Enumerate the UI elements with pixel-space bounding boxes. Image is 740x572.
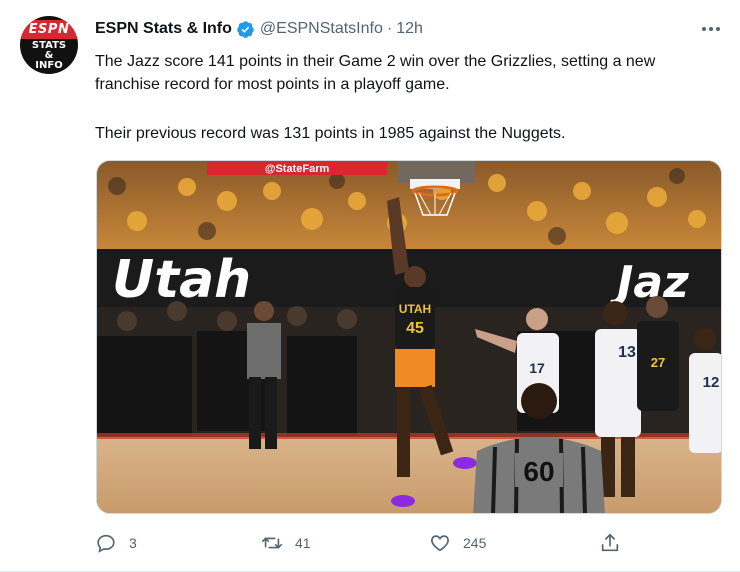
like-count: 245 [463,535,487,551]
player-27-number: 27 [651,355,665,370]
like-button[interactable]: 245 [429,528,486,558]
top-banner-text: @StateFarm [265,163,330,175]
retweet-button[interactable]: 41 [261,528,311,558]
court-banner-left: Utah [112,250,251,310]
tweet-photo[interactable]: @StateFarm Utah Jaz UTAH 45 17 13 27 12 … [96,160,722,514]
separator-dot: · [386,20,393,37]
avatar[interactable]: ESPN STATS & INFO [20,16,78,74]
reply-icon [97,534,115,553]
tweet-actions: 3 41 245 [95,528,655,558]
share-icon [601,533,619,552]
tweet-header: ESPN Stats & Info @ESPNStatsInfo · 12h [95,17,423,41]
main-player-number: 45 [406,320,424,337]
handle[interactable]: @ESPNStatsInfo [260,20,383,38]
tweet-text-paragraph-1: The Jazz score 141 points in their Game … [95,53,656,93]
avatar-espn-logo: ESPN [20,20,78,39]
basketball-game-photo: @StateFarm Utah Jaz UTAH 45 17 13 27 12 … [97,161,721,513]
tweet[interactable]: ESPN STATS & INFO ESPN Stats & Info @ESP… [0,0,740,572]
player-13-number: 13 [618,344,636,361]
player-17-number: 17 [529,360,545,376]
referee-number: 60 [523,456,554,487]
share-button[interactable] [599,528,621,558]
display-name[interactable]: ESPN Stats & Info [95,20,232,38]
retweet-icon [262,537,282,549]
heart-icon [431,535,449,552]
retweet-count: 41 [295,535,311,551]
verified-badge-icon [237,20,254,38]
reply-button[interactable]: 3 [95,528,137,558]
more-options-icon[interactable] [696,16,726,42]
timestamp[interactable]: 12h [396,20,423,38]
player-12-number: 12 [703,374,720,391]
tweet-text-paragraph-2: Their previous record was 131 points in … [95,125,566,142]
reply-count: 3 [129,535,137,551]
avatar-stats-info-text: STATS & INFO [31,40,67,71]
main-player-team: UTAH [399,302,431,316]
